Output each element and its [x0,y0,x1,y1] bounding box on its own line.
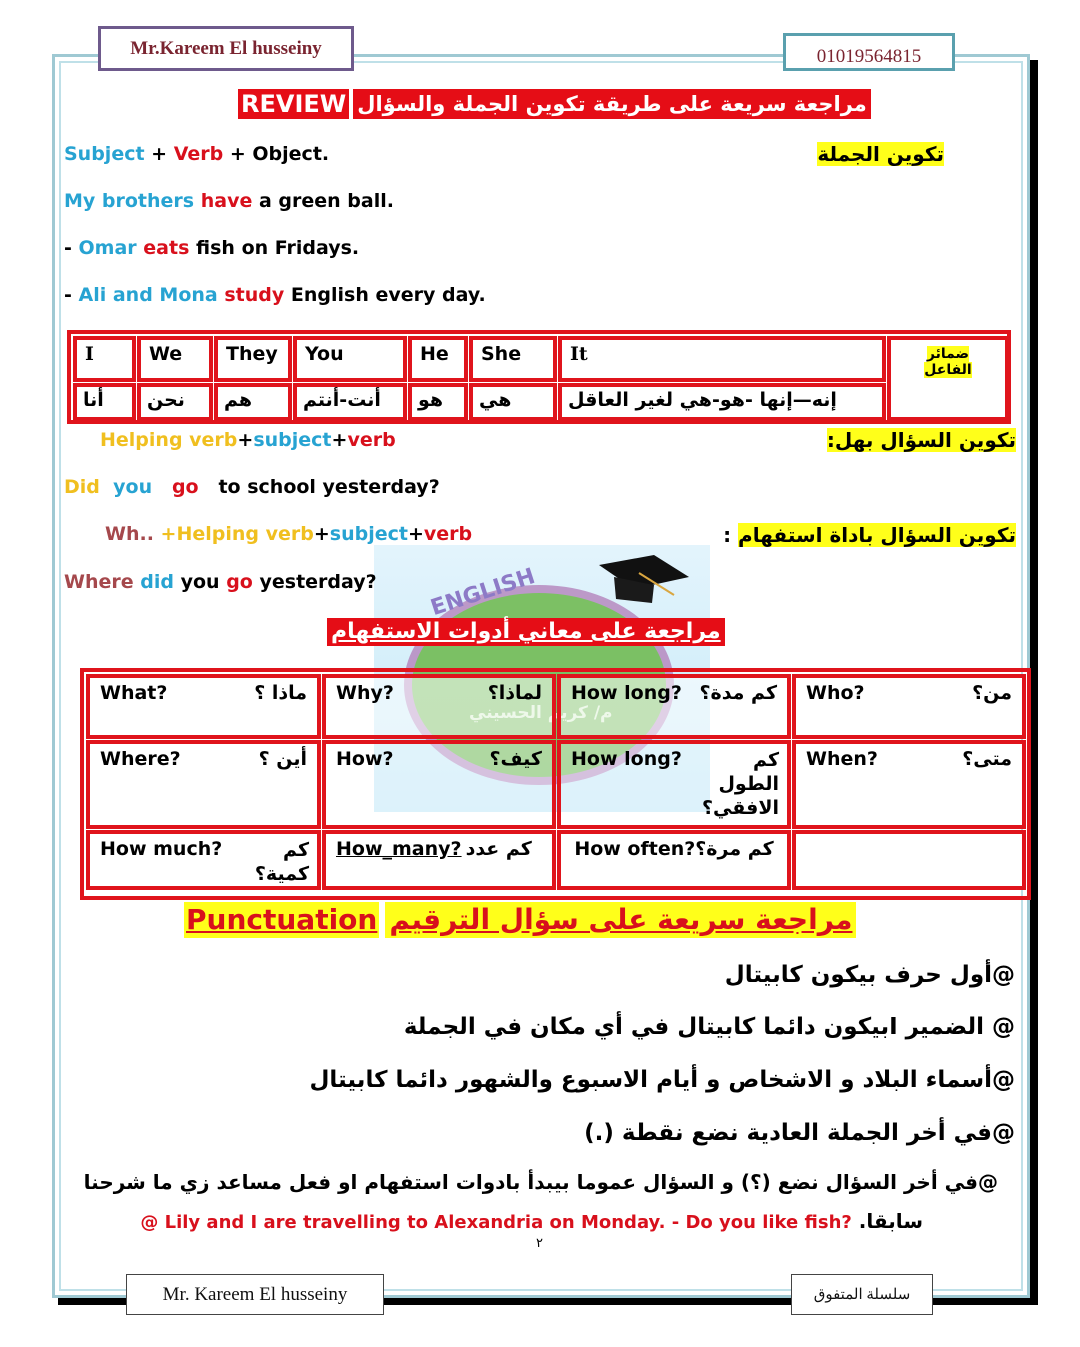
punctuation-rule-end: سابقا. @ Lily and I are travelling to Al… [140,1209,923,1233]
pronoun-en: I [73,336,136,382]
pronoun-ar: نحن [137,383,213,421]
question-word-cell: When? متى؟ [792,740,1026,829]
punctuation-rule: @أول حرف بيكون كابيتال [724,962,1015,988]
pronoun-ar: أنا [73,383,136,421]
author-tag-bottom: Mr. Kareem El husseiny [126,1274,384,1315]
wh-formula: Wh.. +Helping verb+subject+verb [105,523,473,545]
punctuation-rule: @في أخر السؤال نضع (؟) و السؤال عموما بي… [83,1170,998,1194]
example-sentence: - Ali and Mona study English every day. [64,284,486,306]
pronoun-en: He [408,336,468,382]
question-word-cell: How long? كم الطول الافقي؟ [557,740,791,829]
pronoun-ar: هم [214,383,292,421]
question-word-cell: How long? كم مدة؟ [557,674,791,739]
formula-object: Object. [252,143,330,165]
page-title: REVIEW مراجعة سريعة على طريقة تكوين الجم… [238,89,871,119]
punctuation-rule: @ الضمير Iبيكون دائما كابيتال في أي مكان… [403,1014,1015,1040]
question-word-cell: How often? كم مرة؟ [557,830,791,890]
punctuation-title: Punctuation مراجعة سريعة على سؤال الترقي… [184,902,857,938]
series-tag: سلسلة المتفوق [791,1274,933,1315]
title-ar: مراجعة سريعة على طريقة تكوين الجملة والس… [353,89,871,119]
phone-tag: 01019564815 [783,33,955,71]
pronoun-ar: أنت-أنتم [293,383,407,421]
yes-no-formula: Helping verb+subject+verb [100,429,396,451]
pronoun-en: It [558,336,886,382]
yes-no-example: Did you go to school yesterday? [64,476,440,498]
formula-subject: Subject [64,143,145,165]
example-sentence: My brothers have a green ball. [64,190,394,212]
pronouns-table: I We They You He She It ضمائر الفاعل أنا… [67,330,1011,424]
question-words-table: What? ماذا ؟ Why? لماذا؟ How long? كم مدة؟ … [80,668,1031,900]
pronoun-ar: هي [469,383,557,421]
punctuation-rule: @أسماء البلاد و الاشخاص و أيام الاسبوع و… [309,1067,1015,1093]
question-word-cell: How_many? كم عدد [322,830,556,890]
pronoun-en: She [469,336,557,382]
punctuation-examples: @ Lily and I are travelling to Alexandri… [140,1212,852,1233]
wh-label: تكوين السؤال باداة استفهام : [723,523,1016,547]
sentence-structure-label: تكوين الجملة [817,142,944,166]
yes-no-label: تكوين السؤال بهل: [826,428,1016,452]
pronoun-en: We [137,336,213,382]
wh-example: Where did you go yesterday? [64,571,377,593]
pronoun-en: You [293,336,407,382]
question-word-cell: Who? من؟ [792,674,1026,739]
pronoun-ar: إنه—إنها -هو-هي لغير العاقل [558,383,886,421]
sentence-formula: Subject + Verb + Object. [64,143,330,165]
page-number: ٢ [536,1236,543,1251]
pronouns-header: ضمائر الفاعل [887,336,1009,421]
question-words-title: مراجعة على معاني أدوات الاستفهام [327,618,725,646]
question-word-cell: What? ماذا ؟ [86,674,321,739]
graduation-cap-icon [599,555,689,603]
question-word-cell: Where? أين ؟ [86,740,321,829]
pronoun-ar: هو [408,383,468,421]
example-sentence: - Omar eats fish on Fridays. [64,237,360,259]
question-word-cell: How? كيف؟ [322,740,556,829]
question-word-cell: How much? كم كمية؟ [86,830,321,890]
question-word-cell: Why? لماذا؟ [322,674,556,739]
pronoun-en: They [214,336,292,382]
punctuation-rule: @في أخر الجملة العادية نضع نقطة (.) [584,1120,1015,1146]
question-word-cell-empty [792,830,1026,890]
title-en: REVIEW [238,89,350,119]
formula-verb: Verb [173,143,224,165]
author-tag-top: Mr.Kareem El husseiny [98,26,354,71]
